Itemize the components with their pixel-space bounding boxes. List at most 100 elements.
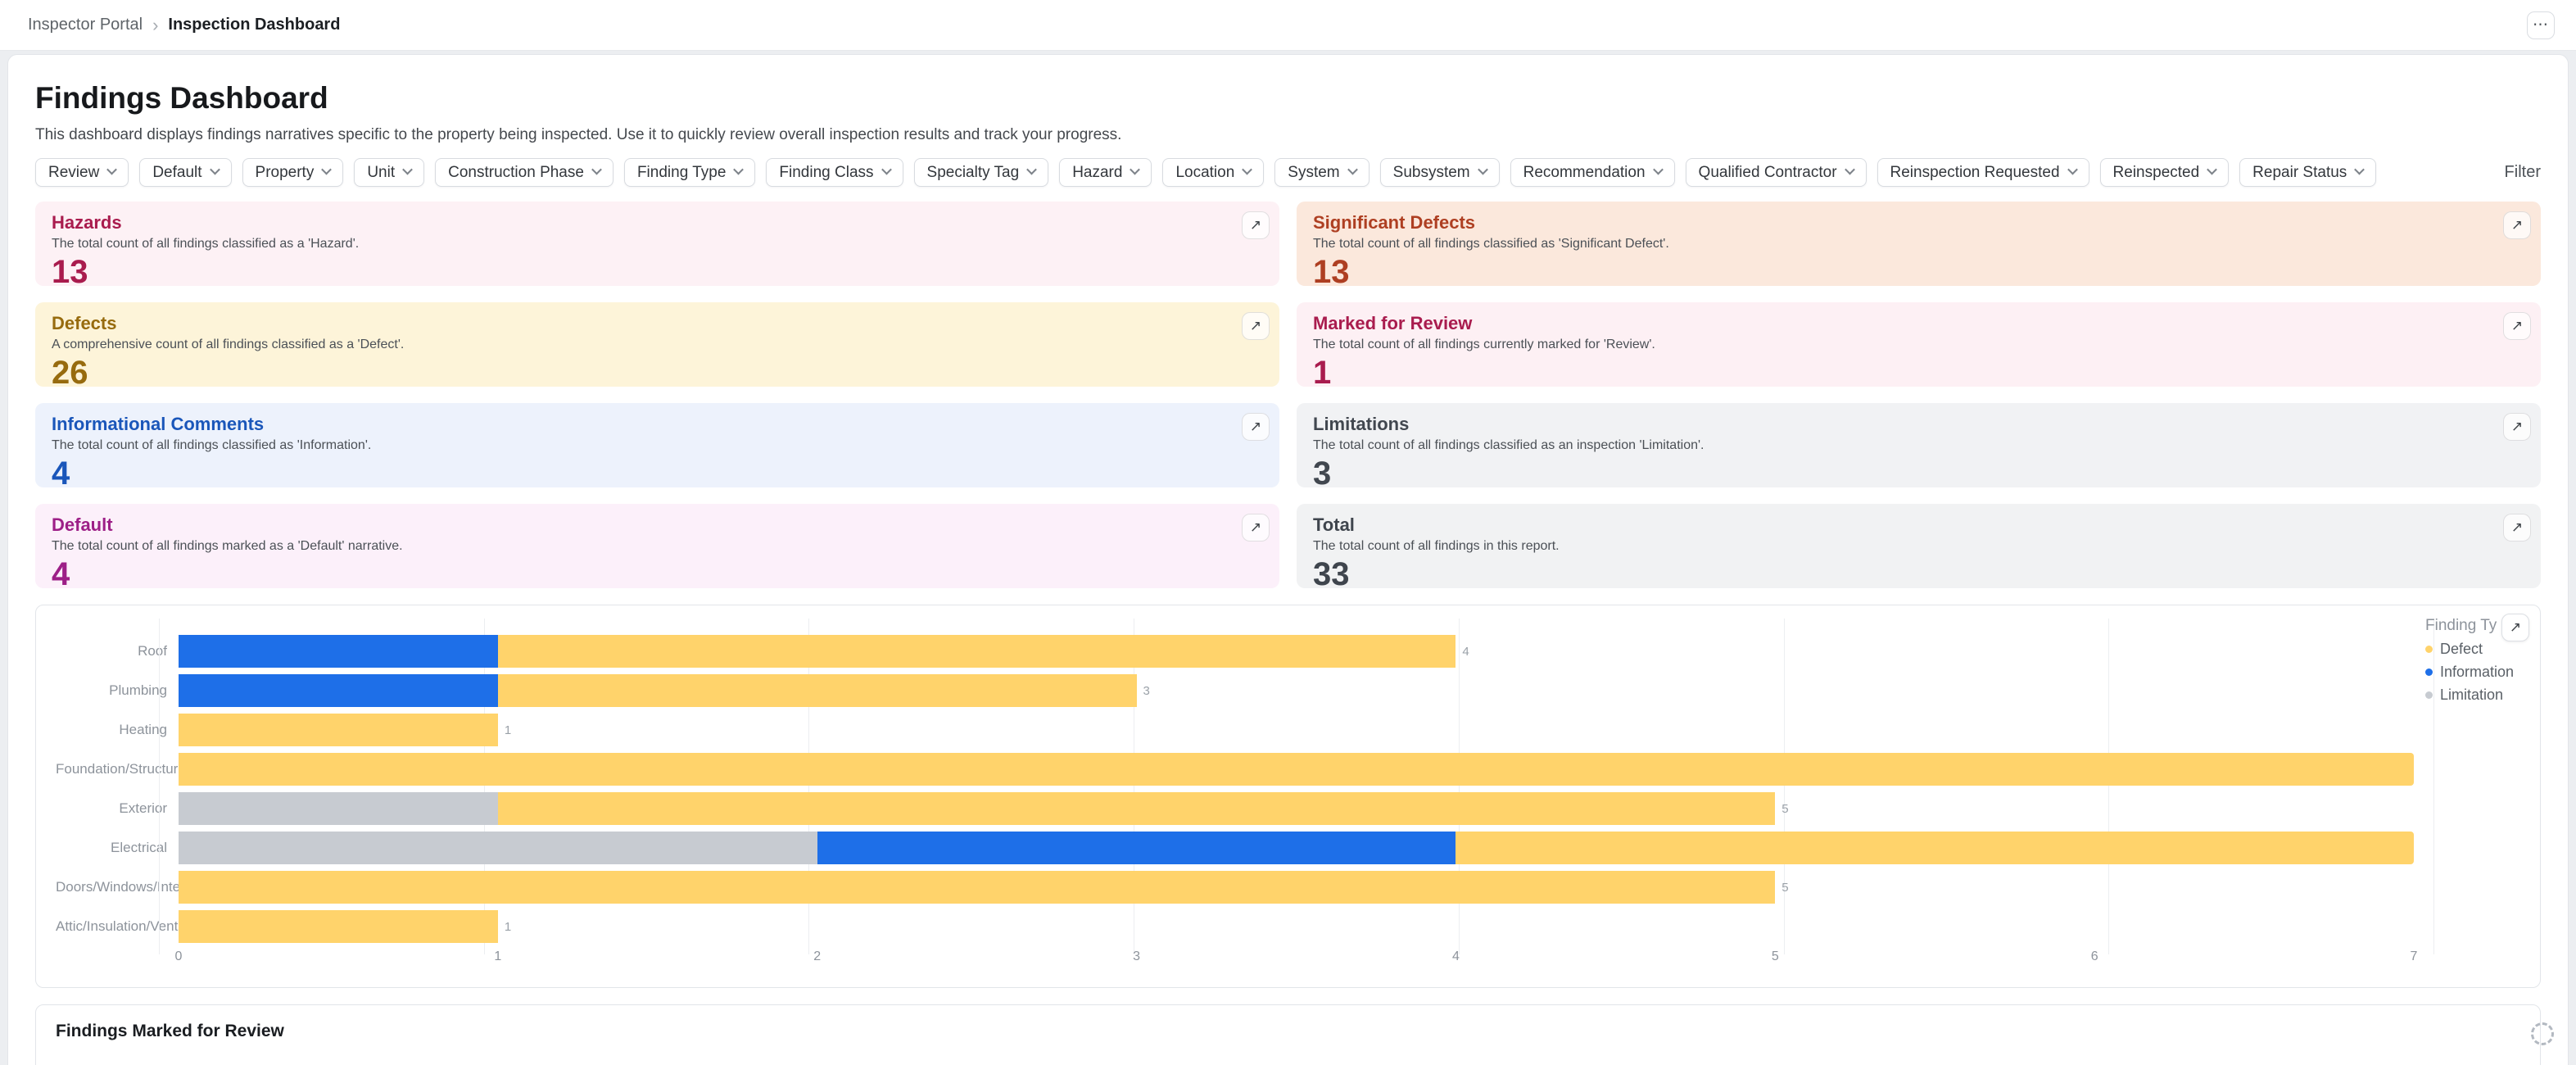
- expand-button[interactable]: ↗: [2503, 413, 2531, 441]
- bar-segment-defect[interactable]: [179, 714, 498, 746]
- more-options-button[interactable]: ⋯: [2527, 11, 2555, 39]
- legend-dot-icon: [2425, 668, 2433, 676]
- filter-pill-reinspected[interactable]: Reinspected: [2100, 158, 2230, 187]
- top-bar: Inspector Portal › Inspection Dashboard …: [0, 0, 2576, 51]
- bar-segment-defect[interactable]: [498, 635, 1456, 668]
- bar-segment-defect[interactable]: [498, 792, 1775, 825]
- expand-icon: ↗: [2511, 217, 2523, 233]
- bar-segment-defect[interactable]: [498, 674, 1137, 707]
- expand-button[interactable]: ↗: [2503, 312, 2531, 340]
- chart-row-plumbing: Plumbing3: [56, 674, 2520, 707]
- chart-legend-title: Finding Type: [2425, 617, 2497, 635]
- bar-segment-limitation[interactable]: [179, 792, 498, 825]
- legend-dot-icon: [2425, 691, 2433, 699]
- filter-pill-finding-class[interactable]: Finding Class: [766, 158, 903, 187]
- legend-dot-icon: [2425, 646, 2433, 653]
- stat-card-description: The total count of all findings classifi…: [52, 237, 1263, 252]
- x-axis-tick: 3: [1133, 949, 1140, 964]
- chevron-down-icon: [2067, 165, 2078, 175]
- gridline: [484, 619, 485, 954]
- chevron-down-icon: [1347, 165, 1358, 175]
- chart-row-attic-insulation-ventilation: Attic/Insulation/Ventilation1: [56, 910, 2520, 943]
- breadcrumb-root-link[interactable]: Inspector Portal: [28, 16, 143, 34]
- stat-card-value: 1: [1313, 356, 2524, 389]
- plot-area: 1: [179, 910, 2414, 943]
- legend-item-label: Limitation: [2440, 687, 2503, 704]
- chart-expand-button[interactable]: ↗: [2501, 614, 2529, 641]
- filter-pill-unit[interactable]: Unit: [354, 158, 424, 187]
- filter-link[interactable]: Filter: [2505, 163, 2541, 182]
- expand-icon: ↗: [2510, 619, 2521, 636]
- review-table-heading: Findings Marked for Review: [56, 1022, 2520, 1041]
- x-axis-tick: 5: [1772, 949, 1779, 964]
- chart-row-foundation-structure: Foundation/Structure: [56, 753, 2520, 786]
- bar-track: [179, 753, 2414, 786]
- chevron-down-icon: [106, 165, 117, 175]
- expand-icon: ↗: [2511, 318, 2523, 334]
- expand-icon: ↗: [2511, 419, 2523, 435]
- filter-pill-recommendation[interactable]: Recommendation: [1510, 158, 1675, 187]
- plot-area: 1: [179, 714, 2414, 746]
- gridline: [808, 619, 809, 954]
- loading-spinner-icon: [2531, 1022, 2554, 1045]
- filter-pill-finding-type[interactable]: Finding Type: [624, 158, 755, 187]
- chart-row-electrical: Electrical: [56, 832, 2520, 864]
- filter-pill-label: Repair Status: [2252, 164, 2347, 182]
- bar-segment-information[interactable]: [179, 635, 498, 668]
- filter-pill-label: Unit: [367, 164, 395, 182]
- stat-card-title: Total: [1313, 514, 2524, 536]
- stat-card-description: The total count of all findings classifi…: [52, 438, 1263, 453]
- bar-track: 5: [179, 792, 2414, 825]
- expand-button[interactable]: ↗: [2503, 211, 2531, 239]
- stat-card-description: The total count of all findings classifi…: [1313, 237, 2524, 252]
- legend-item-limitation[interactable]: Limitation: [2425, 687, 2525, 704]
- legend-item-defect[interactable]: Defect: [2425, 641, 2525, 658]
- chevron-down-icon: [1845, 165, 1855, 175]
- stat-card-description: A comprehensive count of all findings cl…: [52, 338, 1263, 352]
- chevron-down-icon: [2207, 165, 2217, 175]
- filter-pill-location[interactable]: Location: [1162, 158, 1264, 187]
- bar-segment-defect[interactable]: [1456, 832, 2414, 864]
- stat-card-significant-defects: Significant Defects The total count of a…: [1297, 202, 2541, 286]
- chevron-down-icon: [210, 165, 220, 175]
- expand-button[interactable]: ↗: [1242, 211, 1270, 239]
- filter-pill-system[interactable]: System: [1274, 158, 1369, 187]
- expand-button[interactable]: ↗: [2503, 514, 2531, 542]
- filter-pill-subsystem[interactable]: Subsystem: [1380, 158, 1500, 187]
- filter-pill-label: Recommendation: [1523, 164, 1646, 182]
- filter-pill-specialty-tag[interactable]: Specialty Tag: [914, 158, 1049, 187]
- gridline: [159, 619, 160, 954]
- expand-button[interactable]: ↗: [1242, 312, 1270, 340]
- chevron-down-icon: [1478, 165, 1488, 175]
- bar-value-label: 4: [1462, 645, 1469, 659]
- bar-segment-information[interactable]: [179, 674, 498, 707]
- bar-segment-limitation[interactable]: [179, 832, 817, 864]
- legend-item-information[interactable]: Information: [2425, 664, 2525, 681]
- bar-segment-defect[interactable]: [179, 910, 498, 943]
- filter-pill-qualified-contractor[interactable]: Qualified Contractor: [1686, 158, 1867, 187]
- filter-pill-repair-status[interactable]: Repair Status: [2239, 158, 2376, 187]
- stat-card-value: 4: [52, 457, 1263, 490]
- findings-marked-for-review-card: Findings Marked for Review FindingⓘRevie…: [35, 1004, 2541, 1065]
- finding-type-chart-card: ↗ Finding Type Defect Information Limitati…: [35, 605, 2541, 988]
- expand-button[interactable]: ↗: [1242, 413, 1270, 441]
- bar-segment-defect[interactable]: [179, 871, 1775, 904]
- filter-pill-hazard[interactable]: Hazard: [1059, 158, 1152, 187]
- bar-segment-information[interactable]: [817, 832, 1456, 864]
- stat-card-total: Total The total count of all findings in…: [1297, 504, 2541, 588]
- filter-pill-reinspection-requested[interactable]: Reinspection Requested: [1877, 158, 2089, 187]
- filter-pill-default[interactable]: Default: [139, 158, 231, 187]
- gridline: [1459, 619, 1460, 954]
- stat-card-value: 13: [52, 256, 1263, 288]
- plot-area: 4: [179, 635, 2414, 668]
- chevron-down-icon: [402, 165, 413, 175]
- x-axis-tick: 4: [1452, 949, 1460, 964]
- filter-pill-review[interactable]: Review: [35, 158, 129, 187]
- expand-button[interactable]: ↗: [1242, 514, 1270, 542]
- bar-segment-defect[interactable]: [179, 753, 2414, 786]
- filter-pill-property[interactable]: Property: [242, 158, 344, 187]
- chart-x-axis: 01234567: [56, 949, 2520, 971]
- chart-row-heating: Heating1: [56, 714, 2520, 746]
- filter-pill-construction-phase[interactable]: Construction Phase: [435, 158, 613, 187]
- plot-area: 5: [179, 792, 2414, 825]
